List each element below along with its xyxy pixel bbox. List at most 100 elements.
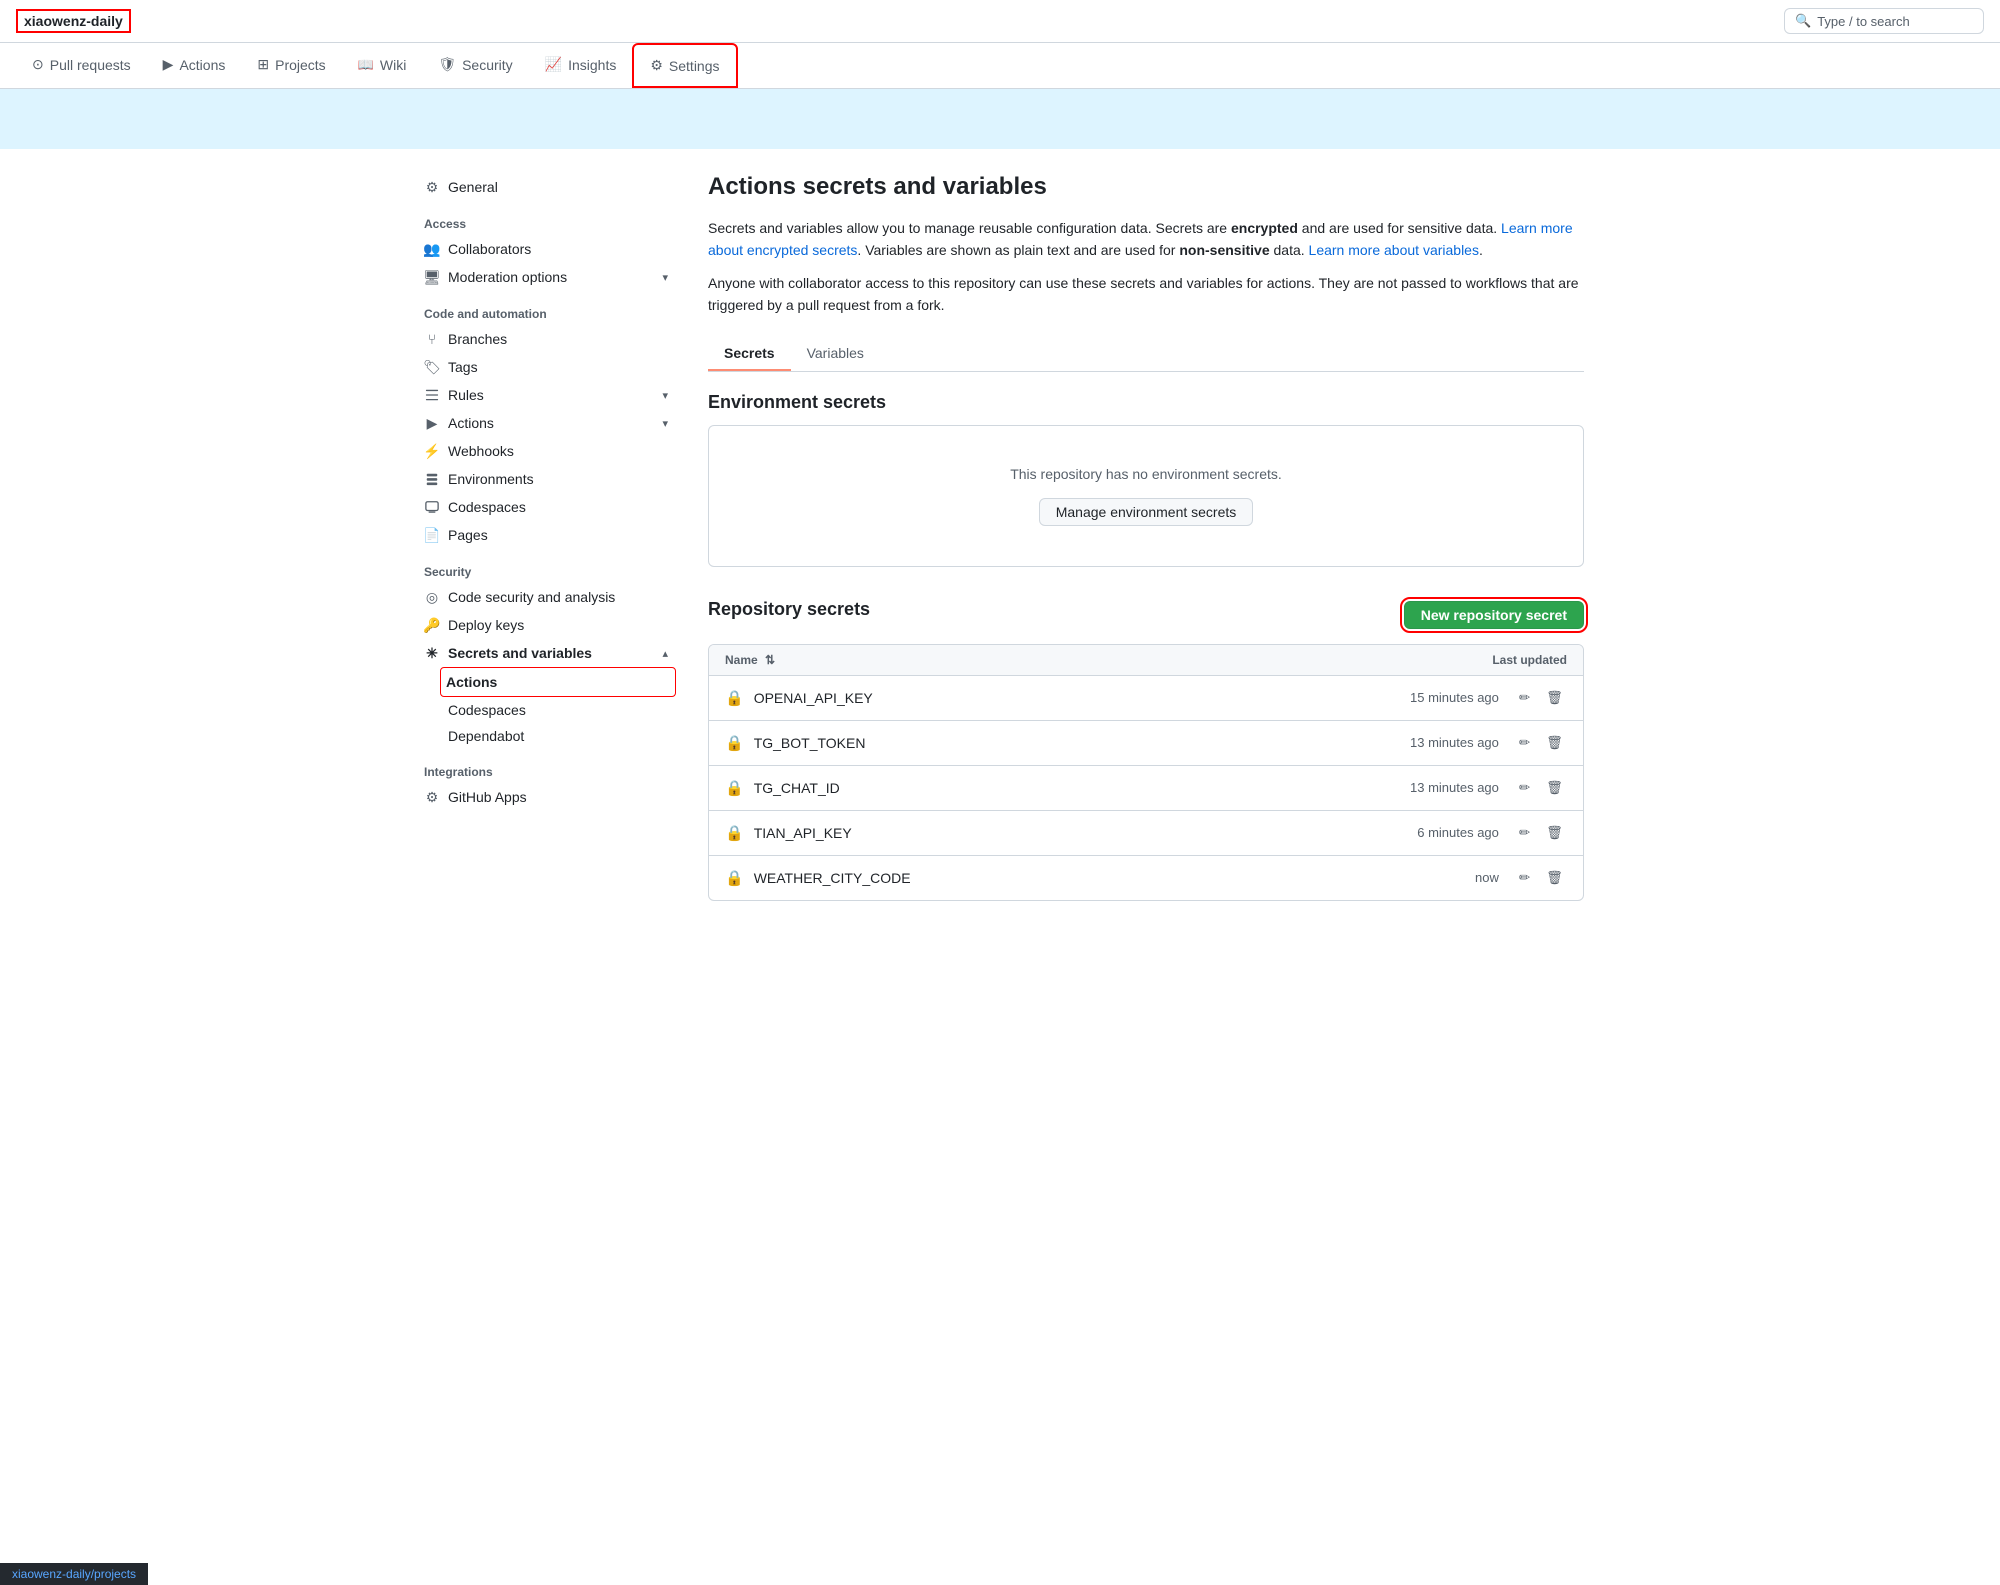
edit-button[interactable]: ✏ <box>1515 688 1534 708</box>
tab-security[interactable]: 🛡 Security <box>422 44 528 87</box>
sidebar-item-webhooks[interactable]: ⚡ Webhooks <box>416 437 676 465</box>
desc1-bold2: non-sensitive <box>1179 242 1269 258</box>
table-row: 🔒 OPENAI_API_KEY 15 minutes ago ✏ 🗑 <box>709 676 1583 721</box>
moderation-icon: 🖥 <box>424 269 440 285</box>
col-updated: Last updated <box>1492 653 1567 667</box>
content-desc-1: Secrets and variables allow you to manag… <box>708 217 1584 262</box>
env-secrets-title: Environment secrets <box>708 392 1584 413</box>
rules-icon <box>424 387 440 403</box>
edit-button[interactable]: ✏ <box>1515 868 1534 888</box>
lock-icon: 🔒 <box>725 824 744 842</box>
secret-updated: 15 minutes ago <box>1410 690 1499 705</box>
sidebar-item-tags[interactable]: 🏷 Tags <box>416 353 676 381</box>
edit-button[interactable]: ✏ <box>1515 823 1534 843</box>
desc1-after: and are used for sensitive data. <box>1298 220 1501 236</box>
tab-projects[interactable]: ⊞ Projects <box>241 44 341 87</box>
tab-insights[interactable]: 📈 Insights <box>529 44 633 87</box>
edit-button[interactable]: ✏ <box>1515 778 1534 798</box>
pull-requests-icon: ⊙ <box>32 56 44 73</box>
github-apps-icon: ⚙ <box>424 789 440 805</box>
sidebar-sub-item-codespaces[interactable]: Codespaces <box>416 697 676 723</box>
secrets-icon: ✳ <box>424 645 440 661</box>
sidebar-item-github-apps[interactable]: ⚙ GitHub Apps <box>416 783 676 811</box>
repo-name[interactable]: xiaowenz-daily <box>16 9 131 33</box>
sidebar-sub-item-actions[interactable]: Actions <box>440 667 676 697</box>
repo-secrets-title: Repository secrets <box>708 599 870 620</box>
tab-actions[interactable]: ▶ Actions <box>147 44 242 87</box>
projects-icon: ⊞ <box>257 56 269 73</box>
sidebar-item-actions[interactable]: ▶ Actions ▾ <box>416 409 676 437</box>
secret-updated: now <box>1475 870 1499 885</box>
sidebar-item-rules[interactable]: Rules ▾ <box>416 381 676 409</box>
sidebar-item-secrets-variables[interactable]: ✳ Secrets and variables ▴ <box>416 639 676 667</box>
sidebar-item-environments[interactable]: Environments <box>416 465 676 493</box>
sidebar-section-code: Code and automation <box>416 291 676 325</box>
codespaces-icon <box>424 499 440 515</box>
actions-icon: ▶ <box>163 56 174 73</box>
tab-variables[interactable]: Variables <box>791 337 880 371</box>
secret-name: TG_BOT_TOKEN <box>754 735 866 751</box>
tab-wiki[interactable]: 📖 Wiki <box>342 45 423 87</box>
page-title: Actions secrets and variables <box>708 173 1584 201</box>
new-repository-secret-button[interactable]: New repository secret <box>1404 601 1584 629</box>
blue-banner <box>0 89 2000 149</box>
sidebar-section-access: Access <box>416 201 676 235</box>
secrets-chevron-icon: ▴ <box>662 647 668 660</box>
edit-button[interactable]: ✏ <box>1515 733 1534 753</box>
table-row: 🔒 WEATHER_CITY_CODE now ✏ 🗑 <box>709 856 1583 900</box>
delete-button[interactable]: 🗑 <box>1542 823 1567 843</box>
tab-secrets[interactable]: Secrets <box>708 337 791 371</box>
manage-env-secrets-button[interactable]: Manage environment secrets <box>1039 498 1254 526</box>
sidebar-item-moderation[interactable]: 🖥 Moderation options ▾ <box>416 263 676 291</box>
delete-button[interactable]: 🗑 <box>1542 688 1567 708</box>
lock-icon: 🔒 <box>725 779 744 797</box>
collaborators-icon: 👥 <box>424 241 440 257</box>
tab-bar: Secrets Variables <box>708 337 1584 372</box>
desc1-before: Secrets and variables allow you to manag… <box>708 220 1231 236</box>
sidebar-item-collaborators[interactable]: 👥 Collaborators <box>416 235 676 263</box>
tab-pull-requests[interactable]: ⊙ Pull requests <box>16 44 147 87</box>
sidebar-sub-item-dependabot[interactable]: Dependabot <box>416 723 676 749</box>
top-bar: xiaowenz-daily 🔍 Type / to search <box>0 0 2000 43</box>
content-area: Actions secrets and variables Secrets an… <box>708 173 1584 901</box>
secret-name: TG_CHAT_ID <box>754 780 840 796</box>
delete-button[interactable]: 🗑 <box>1542 868 1567 888</box>
sidebar-item-code-security[interactable]: ◎ Code security and analysis <box>416 583 676 611</box>
search-placeholder: Type / to search <box>1817 14 1910 29</box>
desc1-after3: data. <box>1270 242 1309 258</box>
table-row: 🔒 TIAN_API_KEY 6 minutes ago ✏ 🗑 <box>709 811 1583 856</box>
sidebar-item-branches[interactable]: ⑂ Branches <box>416 325 676 353</box>
wiki-icon: 📖 <box>358 57 374 73</box>
search-icon: 🔍 <box>1795 13 1811 29</box>
sidebar: ⚙ General Access 👥 Collaborators 🖥 Moder… <box>416 173 676 901</box>
nav-tabs: ⊙ Pull requests ▶ Actions ⊞ Projects 📖 W… <box>0 43 2000 89</box>
table-row: 🔒 TG_BOT_TOKEN 13 minutes ago ✏ 🗑 <box>709 721 1583 766</box>
desc1-bold: encrypted <box>1231 220 1298 236</box>
bottom-bar: xiaowenz-daily/projects <box>0 1563 148 1585</box>
main-layout: ⚙ General Access 👥 Collaborators 🖥 Moder… <box>400 149 1600 925</box>
secret-updated: 13 minutes ago <box>1410 780 1499 795</box>
link-variables[interactable]: Learn more about variables <box>1309 242 1479 258</box>
bottom-bar-link[interactable]: xiaowenz-daily/projects <box>12 1567 136 1581</box>
sidebar-section-integrations: Integrations <box>416 749 676 783</box>
tab-settings[interactable]: ⚙ Settings <box>632 43 737 88</box>
search-box[interactable]: 🔍 Type / to search <box>1784 8 1984 34</box>
sidebar-item-pages[interactable]: 📄 Pages <box>416 521 676 549</box>
deploy-keys-icon: 🔑 <box>424 617 440 633</box>
table-row: 🔒 TG_CHAT_ID 13 minutes ago ✏ 🗑 <box>709 766 1583 811</box>
delete-button[interactable]: 🗑 <box>1542 733 1567 753</box>
desc1-after2: . Variables are shown as plain text and … <box>857 242 1179 258</box>
delete-button[interactable]: 🗑 <box>1542 778 1567 798</box>
secrets-table: Name ⇅ Last updated 🔒 OPENAI_API_KEY 15 … <box>708 644 1584 901</box>
code-security-icon: ◎ <box>424 589 440 605</box>
lock-icon: 🔒 <box>725 869 744 887</box>
sidebar-item-codespaces[interactable]: Codespaces <box>416 493 676 521</box>
tags-icon: 🏷 <box>424 359 440 375</box>
env-secrets-empty: This repository has no environment secre… <box>729 466 1563 482</box>
sidebar-item-general[interactable]: ⚙ General <box>416 173 676 201</box>
secret-name: WEATHER_CITY_CODE <box>754 870 911 886</box>
repo-secrets-header: Repository secrets New repository secret <box>708 599 1584 632</box>
secret-name: TIAN_API_KEY <box>754 825 852 841</box>
actions-sidebar-icon: ▶ <box>424 415 440 431</box>
sidebar-item-deploy-keys[interactable]: 🔑 Deploy keys <box>416 611 676 639</box>
